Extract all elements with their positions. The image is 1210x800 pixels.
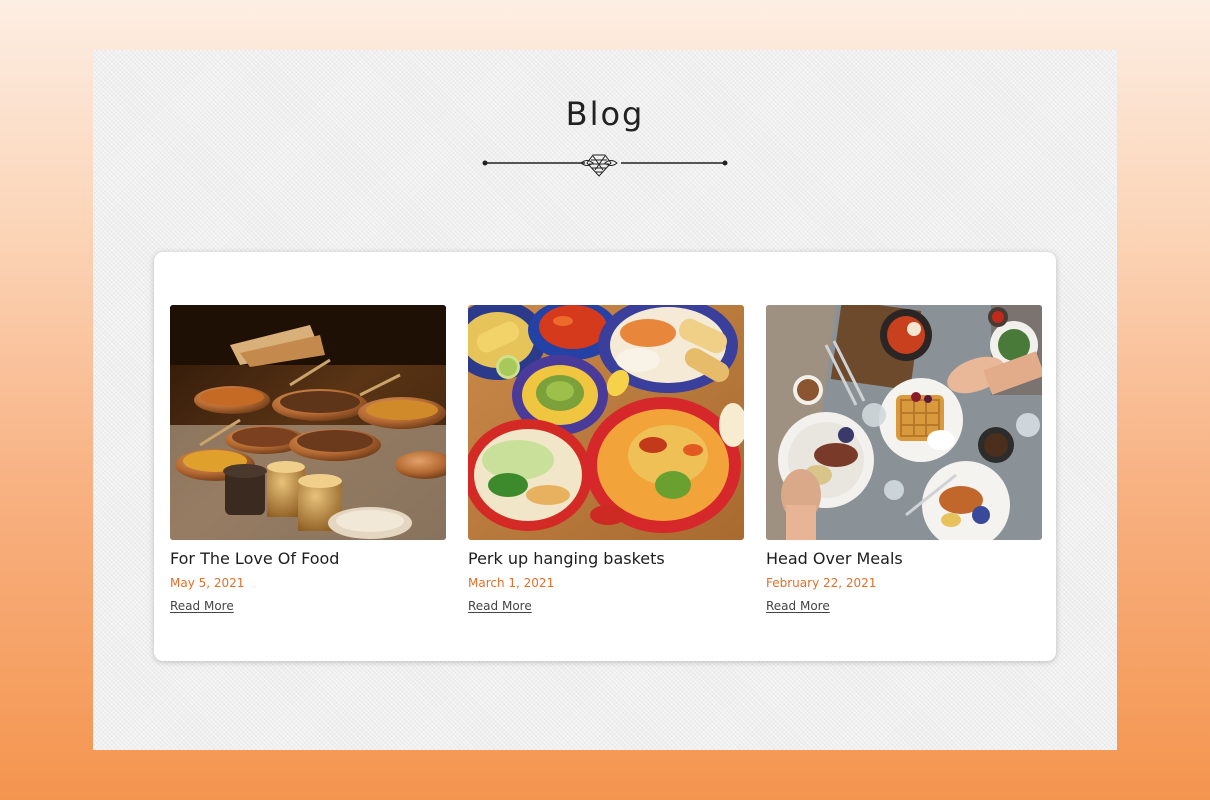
- read-more-link[interactable]: Read More: [468, 598, 532, 614]
- post-image-indian-curry-buffet[interactable]: [170, 305, 446, 540]
- blog-section: Blog For The Love Of Food May 5, 2021 Re…: [93, 50, 1117, 750]
- post-date: February 22, 2021: [766, 576, 877, 590]
- ornamental-divider: [482, 154, 728, 177]
- read-more-link[interactable]: Read More: [766, 598, 830, 614]
- post-date: March 1, 2021: [468, 576, 555, 590]
- post-title[interactable]: Head Over Meals: [766, 549, 1042, 569]
- blog-post-card[interactable]: Head Over Meals February 22, 2021 Read M…: [766, 305, 1042, 614]
- read-more-link[interactable]: Read More: [170, 598, 234, 614]
- post-date: May 5, 2021: [170, 576, 245, 590]
- post-image-mexican-food-platter[interactable]: [468, 305, 744, 540]
- post-title[interactable]: For The Love Of Food: [170, 549, 446, 569]
- post-title[interactable]: Perk up hanging baskets: [468, 549, 744, 569]
- blog-post-card[interactable]: Perk up hanging baskets March 1, 2021 Re…: [468, 305, 744, 614]
- section-title: Blog: [565, 95, 645, 133]
- blog-posts-card: For The Love Of Food May 5, 2021 Read Mo…: [154, 252, 1056, 661]
- blog-post-card[interactable]: For The Love Of Food May 5, 2021 Read Mo…: [170, 305, 446, 614]
- post-image-brunch-table-overhead[interactable]: [766, 305, 1042, 540]
